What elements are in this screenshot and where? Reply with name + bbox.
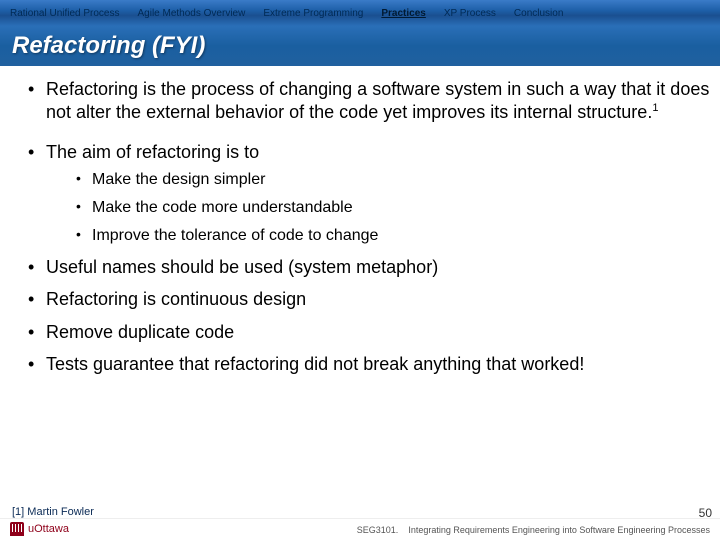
uottawa-logo: uOttawa: [10, 522, 69, 536]
footnote-ref: 1: [652, 102, 658, 114]
logo-text: uOttawa: [28, 523, 69, 535]
breadcrumb-nav: Rational Unified Process Agile Methods O…: [0, 0, 720, 26]
nav-item-rup[interactable]: Rational Unified Process: [10, 8, 120, 19]
nav-item-conclusion[interactable]: Conclusion: [514, 8, 563, 19]
bullet-aim: The aim of refactoring is to Make the de…: [28, 141, 710, 246]
logo-icon: [10, 522, 24, 536]
bullet-continuous: Refactoring is continuous design: [28, 288, 710, 311]
sub-bullet: Make the code more understandable: [76, 198, 710, 218]
bullet-names: Useful names should be used (system meta…: [28, 256, 710, 279]
bullet-definition: Refactoring is the process of changing a…: [28, 78, 710, 123]
title-bar: Refactoring (FYI): [0, 26, 720, 66]
nav-item-xp-process[interactable]: XP Process: [444, 8, 496, 19]
nav-item-practices[interactable]: Practices: [381, 8, 425, 19]
nav-item-xp[interactable]: Extreme Programming: [263, 8, 363, 19]
footer: SEG3101. Integrating Requirements Engine…: [0, 518, 720, 540]
footer-course: SEG3101.: [357, 525, 399, 535]
bullet-duplicate: Remove duplicate code: [28, 321, 710, 344]
slide-title: Refactoring (FYI): [12, 32, 205, 60]
page-number: 50: [699, 506, 712, 520]
bullet-tests: Tests guarantee that refactoring did not…: [28, 353, 710, 376]
citation: [1] Martin Fowler: [0, 504, 720, 518]
sub-bullet: Make the design simpler: [76, 170, 710, 190]
sub-bullet: Improve the tolerance of code to change: [76, 226, 710, 246]
slide-body: Refactoring is the process of changing a…: [0, 66, 720, 504]
footer-subtitle: Integrating Requirements Engineering int…: [408, 525, 710, 535]
nav-item-agile[interactable]: Agile Methods Overview: [138, 8, 246, 19]
